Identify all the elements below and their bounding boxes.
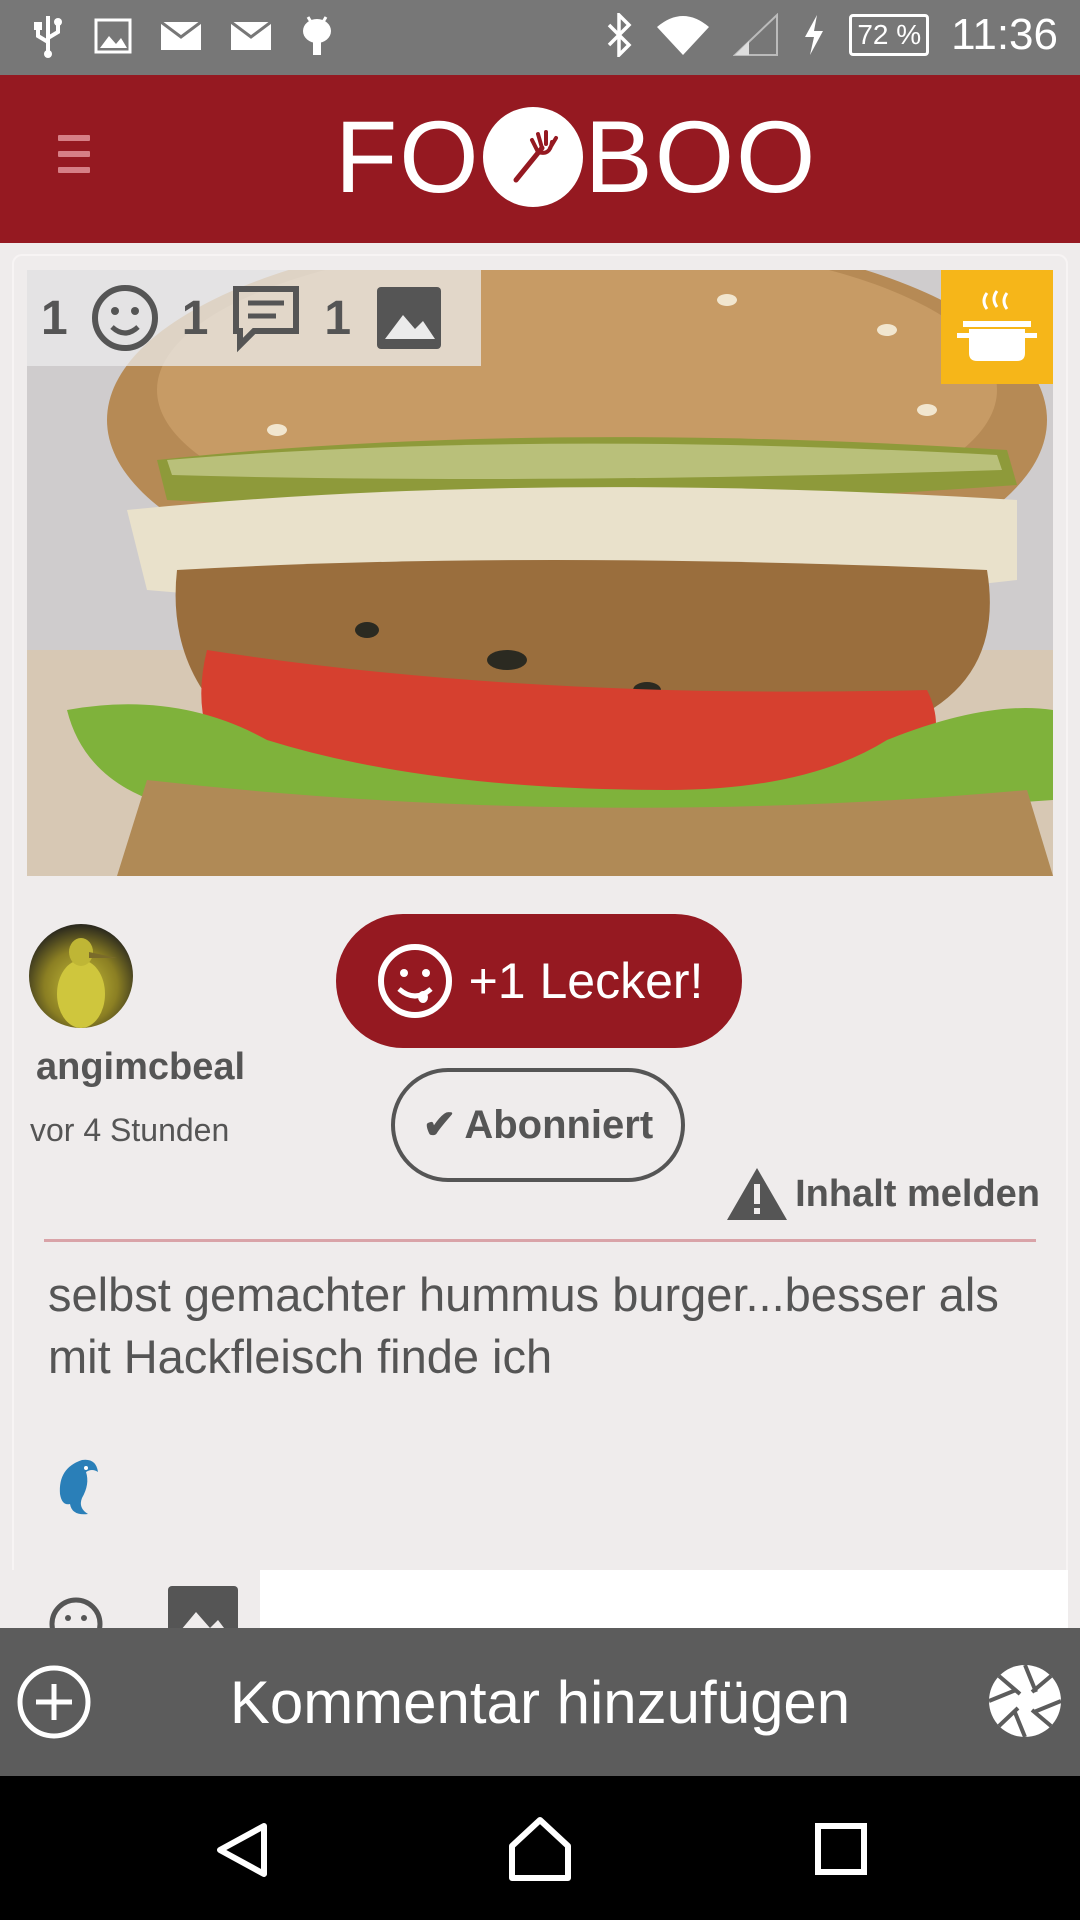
photo-icon [377, 287, 442, 349]
author-name[interactable]: angimcbeal [36, 1046, 245, 1089]
signal-icon [733, 13, 779, 56]
photo-count: 1 [324, 291, 352, 345]
notification-icons [30, 14, 334, 58]
usb-icon [34, 16, 62, 58]
comment-count: 1 [181, 291, 209, 345]
post-counters: 1 1 1 [27, 270, 481, 366]
comment-input[interactable]: Kommentar hinzufügen [0, 1668, 1080, 1737]
status-bar: 72 % 11:36 [0, 0, 1080, 75]
subscribe-button[interactable]: ✔ Abonniert [391, 1068, 685, 1182]
check-icon: ✔ [422, 1103, 457, 1147]
charging-icon [805, 15, 824, 55]
logo-text-right: BOO [584, 99, 818, 214]
post-description: selbst gemachter hummus burger...besser … [48, 1268, 999, 1383]
dolphin-emoji [52, 1454, 104, 1523]
system-icons: 72 % 11:36 [605, 10, 1058, 60]
food-photo[interactable]: 1 1 1 [27, 270, 1053, 876]
menu-icon[interactable] [58, 135, 90, 183]
battery-level: 72 % [849, 14, 930, 56]
android-icon [303, 16, 331, 55]
post-card: 1 1 1 angimcbeal vor 4 Stunden +1 Lecker… [12, 254, 1068, 1650]
back-icon[interactable] [212, 1820, 272, 1880]
subscribe-label: Abonniert [464, 1102, 654, 1147]
smiley-icon [91, 285, 158, 351]
system-nav-bar [0, 1776, 1080, 1920]
home-icon[interactable] [508, 1816, 572, 1882]
smiley-tongue-icon [377, 944, 452, 1018]
app-bar: FO BOO [0, 75, 1080, 243]
warning-icon [727, 1168, 788, 1220]
mail-icon [160, 21, 202, 50]
fork-plate-icon [482, 107, 583, 207]
comment-bar: Kommentar hinzufügen [0, 1628, 1080, 1776]
divider [44, 1239, 1036, 1242]
image-icon [94, 18, 132, 54]
post-time: vor 4 Stunden [30, 1112, 230, 1148]
camera-shutter-icon[interactable] [986, 1662, 1064, 1740]
lecker-label: +1 Lecker! [468, 953, 704, 1009]
lecker-count: 1 [41, 291, 68, 345]
logo-text-left: FO [335, 99, 481, 214]
report-label: Inhalt melden [795, 1172, 1040, 1215]
report-link[interactable]: Inhalt melden [725, 1166, 1040, 1222]
lecker-button[interactable]: +1 Lecker! [336, 914, 742, 1048]
wifi-icon [657, 16, 710, 55]
mail-icon-2 [230, 21, 272, 50]
cooking-pot-icon [957, 290, 1037, 361]
clock: 11:36 [951, 10, 1058, 59]
comment-icon [233, 286, 300, 353]
app-logo: FO BOO [335, 100, 817, 214]
recents-icon[interactable] [814, 1822, 868, 1876]
author-avatar[interactable] [29, 924, 133, 1028]
category-badge[interactable] [941, 270, 1053, 384]
bluetooth-icon [608, 13, 632, 57]
